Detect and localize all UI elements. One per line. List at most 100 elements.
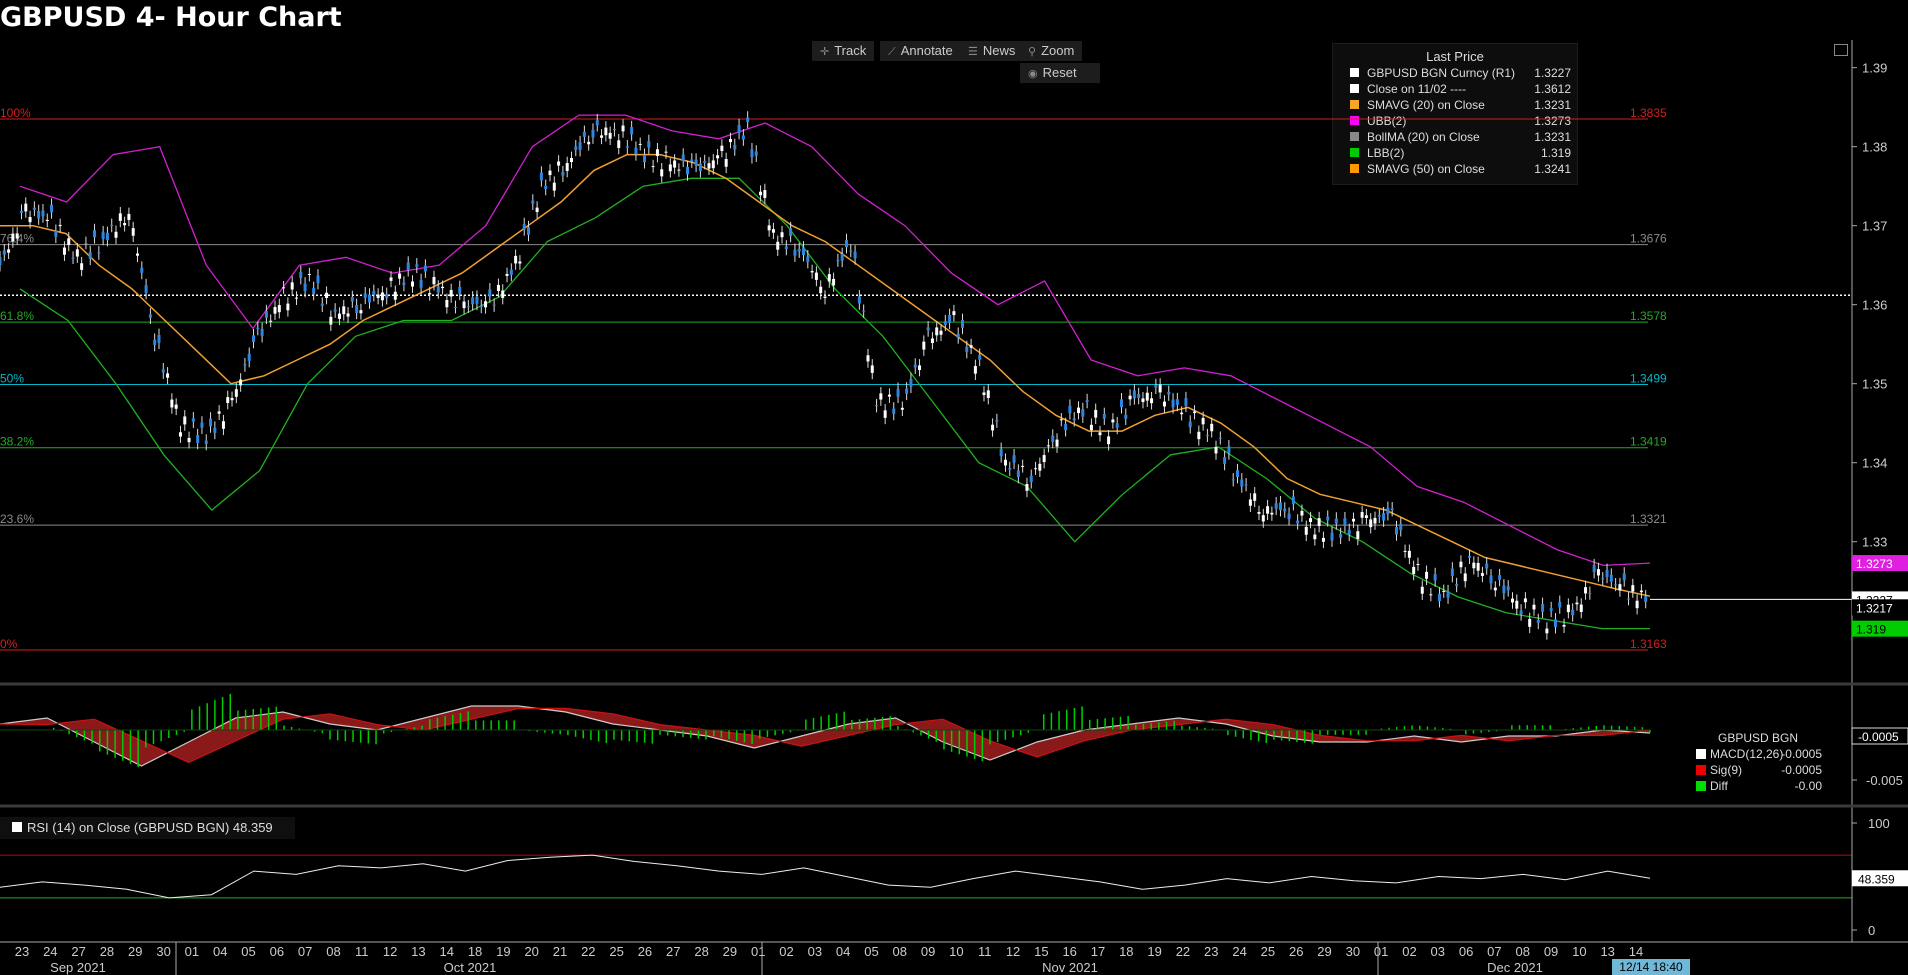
candle-body	[372, 290, 376, 296]
candle-body	[277, 305, 281, 313]
x-tick-label: 25	[1261, 944, 1275, 959]
candle-body	[1270, 512, 1274, 515]
macd-value-tag-label: -0.0005	[1858, 730, 1899, 744]
candle-body	[1016, 470, 1020, 478]
candle-body	[1218, 437, 1222, 439]
candle-body	[1111, 419, 1115, 423]
candle-body	[187, 437, 191, 443]
candle-body	[1313, 534, 1317, 540]
candle-body	[1485, 563, 1489, 569]
x-tick-label: 29	[723, 944, 737, 959]
candle-body	[922, 341, 926, 350]
candle-body	[771, 229, 775, 233]
sma-line	[0, 153, 1651, 597]
candle-body	[844, 240, 848, 248]
x-tick-label: 23	[1204, 944, 1218, 959]
candle-body	[733, 144, 737, 150]
candle-body	[247, 353, 251, 362]
x-tick-label: 28	[694, 944, 708, 959]
candle-body	[80, 263, 84, 270]
candle-body	[1493, 587, 1497, 591]
x-tick-label: 07	[298, 944, 312, 959]
candle-body	[303, 283, 307, 292]
candle-body	[896, 388, 900, 397]
candle-body	[836, 260, 840, 262]
candle-body	[445, 299, 449, 308]
candle-body	[1433, 574, 1437, 581]
candle-body	[1072, 418, 1076, 421]
candle-body	[1442, 590, 1446, 592]
candle-body	[441, 286, 445, 289]
candle-body	[320, 303, 324, 306]
candle-body	[453, 306, 457, 308]
candle-body	[930, 338, 934, 344]
candle-body	[509, 269, 513, 275]
candle-body	[423, 265, 427, 272]
candle-body	[93, 230, 97, 238]
candle-body	[337, 313, 341, 319]
candle-body	[1584, 587, 1588, 594]
panel-menu-icon[interactable]	[1834, 44, 1848, 56]
x-tick-label: 12	[383, 944, 397, 959]
candle-body	[849, 250, 853, 252]
chart-canvas[interactable]: 100% 1.383576.4% 1.367661.8% 1.357850% 1.349…	[0, 0, 1908, 975]
candle-body	[398, 273, 402, 279]
candle-body	[720, 145, 724, 152]
candle-body	[1592, 565, 1596, 573]
x-tick-label: 23	[15, 944, 29, 959]
candle-body	[1098, 432, 1102, 436]
candle-body	[1089, 424, 1093, 431]
candle-body	[1025, 483, 1029, 491]
x-tick-label: 04	[836, 944, 850, 959]
candle-body	[37, 210, 41, 219]
candle-body	[153, 339, 157, 345]
x-tick-label: 30	[1346, 944, 1360, 959]
candle-body	[1515, 600, 1519, 609]
candle-body	[982, 392, 986, 396]
candle-body	[1437, 593, 1441, 602]
candle-body	[1231, 479, 1235, 481]
candle-body	[1326, 516, 1330, 521]
candle-body	[681, 154, 685, 161]
candle-body	[1635, 600, 1639, 609]
candle-body	[1356, 531, 1360, 539]
candle-body	[608, 132, 612, 139]
price-tag-label: 1.3273	[1856, 557, 1893, 571]
candle-body	[832, 278, 836, 286]
x-tick-label: 06	[270, 944, 284, 959]
candle-body	[1605, 569, 1609, 577]
candle-body	[1055, 439, 1059, 447]
candle-body	[1205, 435, 1209, 437]
x-tick-label: 01	[185, 944, 199, 959]
x-tick-label: 06	[1459, 944, 1473, 959]
x-tick-label: 14	[440, 944, 454, 959]
candle-body	[1175, 399, 1179, 405]
candle-body	[643, 154, 647, 163]
timestamp-badge: 12/14 18:40	[1612, 959, 1690, 975]
candle-body	[178, 432, 182, 437]
candle-body	[737, 125, 741, 133]
x-tick-label: 02	[779, 944, 793, 959]
candle-body	[973, 365, 977, 374]
x-tick-label: 13	[1600, 944, 1614, 959]
candle-body	[840, 253, 844, 261]
candle-body	[574, 146, 578, 150]
candle-body	[1330, 532, 1334, 541]
candle-body	[1364, 515, 1368, 519]
candle-body	[926, 327, 930, 331]
month-label: Dec 2021	[1487, 960, 1543, 975]
candle-body	[892, 408, 896, 414]
lower-bollinger-line	[19, 177, 1650, 630]
candle-body	[1317, 518, 1321, 527]
candle-body	[402, 282, 406, 285]
x-tick-label: 27	[666, 944, 680, 959]
candle-body	[862, 310, 866, 312]
candle-body	[1627, 598, 1631, 600]
candle-body	[1352, 518, 1356, 522]
candle-body	[1394, 527, 1398, 535]
candle-body	[655, 149, 659, 157]
candle-body	[1253, 493, 1257, 501]
candle-body	[269, 320, 273, 322]
candle-body	[191, 418, 195, 422]
candle-body	[7, 249, 11, 253]
